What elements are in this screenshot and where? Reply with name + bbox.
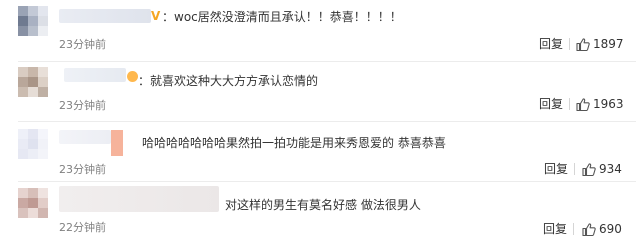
avatar-pixel: [18, 6, 28, 16]
avatar-pixel: [28, 188, 38, 198]
username-blurred[interactable]: [64, 68, 126, 82]
comment-time: 23分钟前: [59, 99, 106, 112]
avatar-pixel: [28, 129, 38, 139]
comment-item: V ：woc居然没澄清而且承认！！恭喜！！！！ 23分钟前 回复 1897: [0, 0, 636, 62]
like-button[interactable]: 1963: [576, 97, 624, 111]
avatar-pixel: [38, 6, 48, 16]
verified-badge-icon: V: [151, 9, 161, 23]
thumbs-up-icon: [582, 162, 596, 176]
comment-item: ：就喜欢这种大大方方承认恋情的 23分钟前 回复 1963: [0, 62, 636, 122]
avatar-pixel: [18, 77, 28, 87]
avatar-pixel: [28, 139, 38, 149]
avatar-pixel: [18, 188, 28, 198]
comment-text: 哈哈哈哈哈哈哈果然拍一拍功能是用来秀恩爱的 恭喜恭喜: [142, 136, 446, 150]
username-blurred[interactable]: [59, 130, 111, 144]
avatar-pixel: [18, 16, 28, 26]
thumbs-up-icon: [576, 97, 590, 111]
avatar-pixel: [18, 26, 28, 36]
avatar-pixel: [38, 87, 48, 97]
comment-text: ：woc居然没澄清而且承认！！恭喜！！！！: [162, 10, 402, 24]
avatar-pixel: [28, 149, 38, 159]
like-button[interactable]: 690: [582, 222, 622, 236]
avatar-pixel: [38, 149, 48, 159]
comment-time: 22分钟前: [59, 221, 106, 234]
like-count: 690: [599, 222, 622, 236]
comment-item: 哈哈哈哈哈哈哈果然拍一拍功能是用来秀恩爱的 恭喜恭喜 23分钟前 回复 934: [0, 122, 636, 182]
member-badge-icon: [127, 71, 138, 82]
avatar-mosaic: [18, 6, 48, 36]
like-button[interactable]: 1897: [576, 37, 624, 51]
avatar-pixel: [38, 67, 48, 77]
like-button[interactable]: 934: [582, 162, 622, 176]
thumbs-up-icon: [576, 37, 590, 51]
avatar-pixel: [28, 16, 38, 26]
avatar-pixel: [38, 16, 48, 26]
comment-item: 对这样的男生有莫名好感 做法很男人 22分钟前 回复 690: [0, 182, 636, 252]
avatar-pixel: [38, 139, 48, 149]
avatar-pixel: [38, 26, 48, 36]
avatar-mosaic: [18, 129, 48, 159]
avatar-pixel: [38, 208, 48, 218]
avatar-pixel: [18, 139, 28, 149]
like-count: 1897: [593, 37, 624, 51]
avatar-pixel: [38, 188, 48, 198]
avatar-pixel: [28, 6, 38, 16]
avatar-pixel: [28, 87, 38, 97]
avatar-pixel: [18, 87, 28, 97]
avatar-pixel: [18, 149, 28, 159]
avatar-pixel: [28, 208, 38, 218]
avatar-pixel: [18, 67, 28, 77]
username-blurred[interactable]: [59, 186, 219, 212]
avatar[interactable]: [18, 129, 48, 159]
avatar-pixel: [18, 208, 28, 218]
divider-vertical: [569, 38, 570, 50]
divider-vertical: [574, 163, 575, 175]
avatar-pixel: [28, 198, 38, 208]
reply-button[interactable]: 回复: [544, 162, 568, 176]
reply-button[interactable]: 回复: [539, 37, 563, 51]
comment-time: 23分钟前: [59, 163, 106, 176]
avatar-pixel: [38, 129, 48, 139]
tag-marker-icon: [111, 130, 123, 156]
comment-text: 对这样的男生有莫名好感 做法很男人: [225, 198, 421, 212]
avatar-pixel: [18, 129, 28, 139]
avatar-mosaic: [18, 188, 48, 218]
avatar-pixel: [38, 77, 48, 87]
avatar-pixel: [38, 198, 48, 208]
like-count: 1963: [593, 97, 624, 111]
avatar-pixel: [28, 26, 38, 36]
username-blurred[interactable]: [59, 9, 151, 23]
like-count: 934: [599, 162, 622, 176]
avatar[interactable]: [18, 188, 48, 218]
avatar-mosaic: [18, 67, 48, 97]
thumbs-up-icon: [582, 222, 596, 236]
avatar[interactable]: [18, 67, 48, 97]
avatar-pixel: [28, 67, 38, 77]
divider-vertical: [569, 98, 570, 110]
avatar-pixel: [28, 77, 38, 87]
comment-text: ：就喜欢这种大大方方承认恋情的: [138, 74, 319, 88]
comment-time: 23分钟前: [59, 38, 106, 51]
avatar-pixel: [18, 198, 28, 208]
avatar[interactable]: [18, 6, 48, 36]
reply-button[interactable]: 回复: [539, 97, 563, 111]
reply-button[interactable]: 回复: [543, 222, 567, 236]
divider-vertical: [573, 223, 574, 235]
